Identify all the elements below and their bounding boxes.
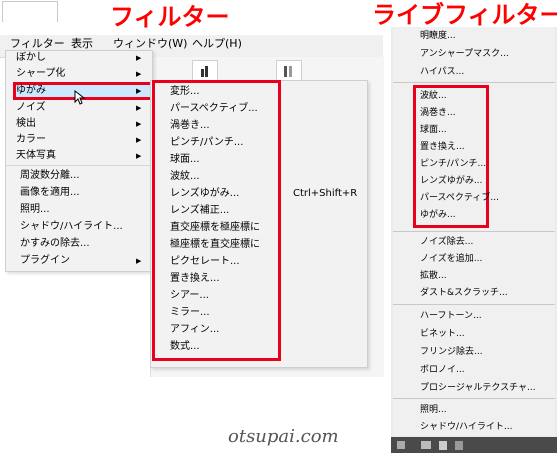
- menu-separator: [393, 82, 555, 83]
- distort-item[interactable]: レンズ補正...: [170, 203, 229, 219]
- filter-item-astro[interactable]: 天体写真: [16, 148, 56, 164]
- filter-item-color[interactable]: カラー: [16, 132, 46, 148]
- live-item[interactable]: パースペクティブ...: [420, 190, 499, 206]
- live-item[interactable]: ダスト&スクラッチ...: [420, 285, 508, 301]
- submenu-arrow-icon: ▶: [136, 70, 142, 78]
- live-item[interactable]: 拡散...: [420, 268, 447, 284]
- distort-item[interactable]: 極座標を直交座標に: [170, 237, 260, 253]
- live-filter-title: ライブフィルター: [372, 1, 557, 29]
- submenu-arrow-icon: ▶: [136, 54, 142, 62]
- live-item[interactable]: プロシージャルテクスチャ...: [420, 380, 536, 396]
- live-item[interactable]: 球面...: [420, 122, 447, 138]
- live-item[interactable]: レンズゆがみ...: [420, 173, 482, 189]
- live-item[interactable]: ボロノイ...: [420, 362, 465, 378]
- distort-item[interactable]: 変形...: [170, 84, 200, 100]
- watermark: otsupai.com: [228, 426, 339, 447]
- mouse-cursor-icon: [74, 90, 86, 105]
- live-item[interactable]: 照明...: [420, 402, 447, 418]
- distort-item[interactable]: 球面...: [170, 152, 200, 168]
- filter-item-distort[interactable]: ゆがみ: [16, 83, 46, 99]
- distort-item[interactable]: 置き換え...: [170, 271, 220, 287]
- submenu-arrow-icon: ▶: [136, 87, 142, 95]
- distort-item[interactable]: シアー...: [170, 288, 209, 304]
- live-item[interactable]: フリンジ除去...: [420, 344, 483, 360]
- distort-item[interactable]: パースペクティブ...: [170, 101, 258, 117]
- live-item[interactable]: ビネット...: [420, 326, 465, 342]
- filter-item-dehaze[interactable]: かすみの除去...: [20, 236, 90, 252]
- menu-help[interactable]: ヘルプ(H): [192, 36, 242, 52]
- menu-separator: [393, 304, 555, 305]
- live-item[interactable]: ノイズを追加...: [420, 251, 482, 267]
- distort-item[interactable]: ピクセレート...: [170, 254, 240, 270]
- filter-item-apply-image[interactable]: 画像を適用...: [20, 185, 80, 201]
- filter-item-shadow-highlight[interactable]: シャドウ/ハイライト...: [20, 219, 123, 235]
- live-item[interactable]: ゆがみ...: [420, 207, 456, 223]
- live-item[interactable]: ノイズ除去...: [420, 234, 473, 250]
- live-item[interactable]: 渦巻き...: [420, 105, 456, 121]
- live-item[interactable]: ピンチ/パンチ...: [420, 156, 486, 172]
- filter-title: フィルター: [110, 3, 230, 31]
- live-item[interactable]: アンシャープマスク...: [420, 46, 509, 62]
- distort-item[interactable]: 渦巻き...: [170, 118, 210, 134]
- menubar-active-tab: [2, 1, 58, 22]
- distort-item[interactable]: ピンチ/パンチ...: [170, 135, 243, 151]
- distort-item[interactable]: ミラー...: [170, 305, 210, 321]
- filter-item-frequency[interactable]: 周波数分離...: [20, 168, 80, 184]
- distort-item[interactable]: 波紋...: [170, 169, 200, 185]
- distort-item[interactable]: 直交座標を極座標に: [170, 220, 260, 236]
- panel-folder-icon[interactable]: [391, 437, 557, 453]
- menu-separator: [393, 231, 555, 232]
- filter-item-sharpen[interactable]: シャープ化: [16, 66, 65, 82]
- live-item[interactable]: 明瞭度...: [420, 28, 456, 44]
- live-item[interactable]: 置き換え...: [420, 139, 465, 155]
- submenu-arrow-icon: ▶: [136, 104, 142, 112]
- panel-bottom-bar: [391, 437, 557, 453]
- live-item[interactable]: ハイパス...: [420, 64, 464, 80]
- live-item[interactable]: ハーフトーン...: [420, 308, 482, 324]
- filter-item-blur[interactable]: ぼかし: [16, 50, 46, 66]
- submenu-arrow-icon: ▶: [136, 257, 142, 265]
- menu-separator: [6, 165, 150, 166]
- distort-item[interactable]: 数式...: [170, 339, 200, 355]
- live-item[interactable]: 波紋...: [420, 88, 447, 104]
- submenu-arrow-icon: ▶: [136, 136, 142, 144]
- live-item[interactable]: シャドウ/ハイライト...: [420, 419, 512, 435]
- filter-item-noise[interactable]: ノイズ: [16, 100, 46, 116]
- filter-item-detect[interactable]: 検出: [16, 116, 36, 132]
- filter-item-lighting[interactable]: 照明...: [20, 202, 50, 218]
- distort-shortcut: Ctrl+Shift+R: [293, 188, 358, 199]
- menu-separator: [393, 398, 555, 399]
- submenu-arrow-icon: ▶: [136, 152, 142, 160]
- distort-item[interactable]: レンズゆがみ...: [170, 186, 239, 202]
- distort-item[interactable]: アフィン...: [170, 322, 219, 338]
- filter-item-plugins[interactable]: プラグイン: [20, 253, 70, 269]
- submenu-arrow-icon: ▶: [136, 120, 142, 128]
